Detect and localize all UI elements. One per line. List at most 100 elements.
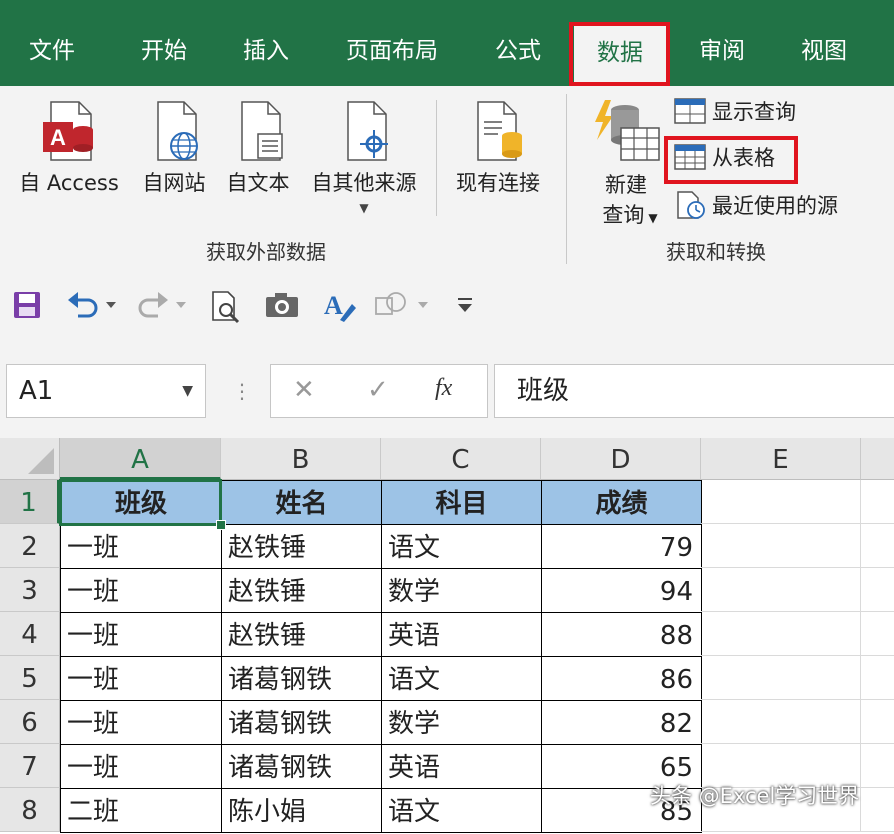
row-header-4[interactable]: 4 [0, 612, 60, 656]
from-other-sources-button[interactable]: 自其他来源 ▼ [302, 100, 426, 215]
column-header-b[interactable]: B [221, 438, 381, 480]
table-cell[interactable]: 语文 [381, 524, 542, 569]
cancel-icon[interactable]: ✕ [293, 375, 315, 405]
table-cell[interactable]: 82 [541, 700, 702, 745]
recent-sources-label: 最近使用的源 [712, 194, 838, 218]
empty-cell[interactable] [861, 744, 894, 788]
existing-connections-button[interactable]: 现有连接 [446, 100, 550, 197]
from-text-label: 自文本 [226, 171, 290, 195]
table-cell[interactable]: 一班 [60, 612, 222, 657]
table-cell[interactable]: 陈小娟 [221, 788, 382, 833]
watermark: 头条 @Excel学习世界 [650, 784, 860, 808]
table-header-cell[interactable]: 班级 [60, 480, 222, 525]
new-query-button[interactable]: 新建 查询 ▼ [588, 98, 664, 229]
tab-home[interactable]: 开始 [126, 28, 202, 74]
from-access-button[interactable]: A 自 Access [14, 100, 124, 197]
column-header-c[interactable]: C [381, 438, 541, 480]
empty-cell[interactable] [861, 568, 894, 612]
table-cell[interactable]: 94 [541, 568, 702, 613]
row-header-1[interactable]: 1 [0, 480, 60, 524]
table-cell[interactable]: 二班 [60, 788, 222, 833]
fill-handle[interactable] [216, 520, 226, 530]
table-cell[interactable]: 语文 [381, 656, 542, 701]
recent-sources-button[interactable]: 最近使用的源 [674, 190, 838, 220]
table-cell[interactable]: 86 [541, 656, 702, 701]
row-header-3[interactable]: 3 [0, 568, 60, 612]
empty-cell[interactable] [701, 612, 861, 656]
undo-icon[interactable] [66, 290, 120, 320]
empty-cell[interactable] [861, 788, 894, 832]
table-cell[interactable]: 语文 [381, 788, 542, 833]
row-header-8[interactable]: 8 [0, 788, 60, 832]
ribbon-divider [436, 100, 437, 216]
from-text-button[interactable]: 自文本 [218, 100, 298, 197]
other-sources-icon [347, 101, 388, 161]
column-header-a[interactable]: A [60, 438, 221, 480]
table-cell[interactable]: 赵铁锤 [221, 612, 382, 657]
dropdown-caret-icon: ▼ [359, 201, 369, 215]
customize-toolbar-icon[interactable] [452, 290, 478, 320]
empty-cell[interactable] [701, 480, 861, 524]
tab-review[interactable]: 审阅 [684, 28, 760, 74]
table-header-cell[interactable]: 成绩 [541, 480, 702, 525]
name-box[interactable]: A1 ▼ [6, 364, 206, 418]
spreadsheet-grid: A B C D E 1 班级 姓名 科目 成绩 2 一班 赵铁锤 语文 79 3 一班 赵铁锤 数学 94 4… [0, 438, 894, 833]
name-box-dropdown-icon[interactable]: ▼ [182, 365, 193, 417]
table-cell[interactable]: 一班 [60, 568, 222, 613]
svg-text:A: A [324, 291, 343, 320]
table-cell[interactable]: 赵铁锤 [221, 568, 382, 613]
camera-icon[interactable] [264, 290, 300, 320]
redo-icon[interactable] [136, 290, 190, 320]
enter-checkmark-icon[interactable]: ✓ [367, 375, 389, 405]
from-access-label: 自 Access [19, 171, 119, 195]
empty-cell[interactable] [861, 700, 894, 744]
column-header-e[interactable]: E [701, 438, 861, 480]
show-queries-button[interactable]: 显示查询 [674, 96, 796, 126]
insert-function-icon[interactable]: fx [435, 375, 452, 402]
empty-cell[interactable] [861, 480, 894, 524]
table-cell[interactable]: 英语 [381, 744, 542, 789]
empty-cell[interactable] [701, 656, 861, 700]
table-cell[interactable]: 诸葛钢铁 [221, 700, 382, 745]
from-web-button[interactable]: 自网站 [134, 100, 214, 197]
tab-file[interactable]: 文件 [14, 28, 90, 74]
tab-page-layout[interactable]: 页面布局 [332, 28, 452, 74]
empty-cell[interactable] [701, 524, 861, 568]
tab-view[interactable]: 视图 [786, 28, 862, 74]
table-cell[interactable]: 诸葛钢铁 [221, 744, 382, 789]
table-cell[interactable]: 79 [541, 524, 702, 569]
shapes-icon[interactable] [372, 290, 432, 320]
table-cell[interactable]: 一班 [60, 656, 222, 701]
row-header-2[interactable]: 2 [0, 524, 60, 568]
table-header-cell[interactable]: 姓名 [221, 480, 382, 525]
formula-bar: A1 ▼ ⋮ ✕ ✓ fx 班级 [0, 342, 894, 438]
spelling-icon[interactable]: A [322, 290, 358, 324]
row-header-5[interactable]: 5 [0, 656, 60, 700]
table-cell[interactable]: 诸葛钢铁 [221, 656, 382, 701]
formula-input[interactable]: 班级 [494, 364, 894, 418]
tab-formulas[interactable]: 公式 [480, 28, 556, 74]
select-all-corner[interactable] [0, 438, 60, 480]
table-header-cell[interactable]: 科目 [381, 480, 542, 525]
table-cell[interactable]: 一班 [60, 700, 222, 745]
table-cell[interactable]: 数学 [381, 568, 542, 613]
print-preview-icon[interactable] [210, 290, 242, 324]
column-header-overflow [861, 438, 894, 480]
empty-cell[interactable] [861, 524, 894, 568]
empty-cell[interactable] [861, 656, 894, 700]
table-cell[interactable]: 一班 [60, 744, 222, 789]
tab-insert[interactable]: 插入 [228, 28, 304, 74]
table-cell[interactable]: 数学 [381, 700, 542, 745]
table-cell[interactable]: 赵铁锤 [221, 524, 382, 569]
column-header-d[interactable]: D [541, 438, 701, 480]
row-header-6[interactable]: 6 [0, 700, 60, 744]
table-cell[interactable]: 一班 [60, 524, 222, 569]
empty-cell[interactable] [701, 568, 861, 612]
row-header-7[interactable]: 7 [0, 744, 60, 788]
ribbon: A 自 Access 自网站 自文本 自其他来源 ▼ 现有连接 获取外部数据 新… [0, 86, 894, 273]
table-cell[interactable]: 英语 [381, 612, 542, 657]
save-icon[interactable] [12, 290, 42, 320]
empty-cell[interactable] [701, 700, 861, 744]
table-cell[interactable]: 88 [541, 612, 702, 657]
empty-cell[interactable] [861, 612, 894, 656]
